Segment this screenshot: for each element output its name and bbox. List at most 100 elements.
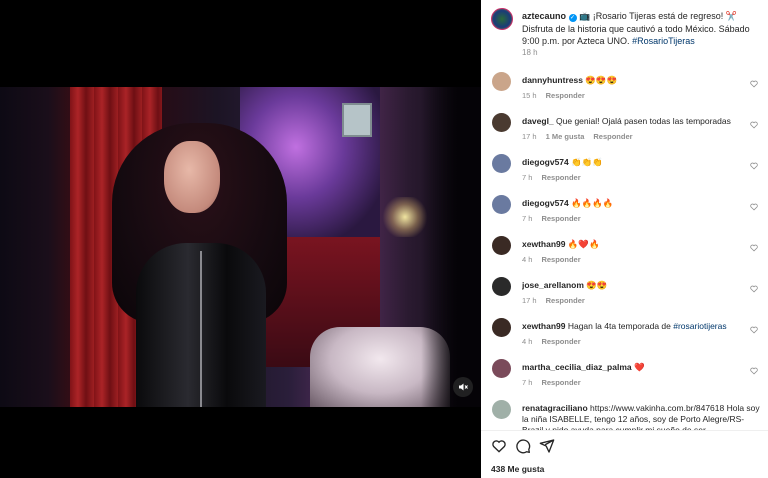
reply-button[interactable]: Responder: [593, 132, 632, 141]
comment-text: dannyhuntress 😍😍😍: [522, 75, 762, 86]
list-item: dannyhuntress 😍😍😍 15 h Responder: [481, 68, 768, 108]
caption-username[interactable]: aztecauno: [522, 11, 566, 21]
list-item: xewthan99 Hagan la 4ta temporada de #ros…: [481, 314, 768, 354]
list-item: renatagraciliano https://www.vakinha.com…: [481, 396, 768, 430]
comment-meta: 7 h Responder: [522, 378, 590, 387]
verified-icon: ✓: [568, 14, 577, 22]
comment-body: 🔥❤️🔥: [567, 239, 600, 249]
woman-figure: [112, 123, 287, 407]
heart-icon[interactable]: [750, 367, 758, 375]
caption-time: 18 h: [522, 48, 538, 57]
comment-meta: 17 h Responder: [522, 296, 594, 305]
zipper: [200, 251, 202, 407]
comment-meta: 7 h Responder: [522, 214, 590, 223]
post-caption: aztecauno ✓ 📺 ¡Rosario Tijeras está de r…: [481, 0, 768, 57]
avatar[interactable]: [492, 400, 511, 419]
list-item: xewthan99 🔥❤️🔥 4 h Responder: [481, 232, 768, 272]
comment-body: Que genial! Ojalá pasen todas las tempor…: [556, 116, 731, 126]
reply-button[interactable]: Responder: [541, 173, 580, 182]
comment-time: 7 h: [522, 378, 533, 387]
comment-body: ❤️: [634, 362, 645, 372]
heart-icon[interactable]: [750, 80, 758, 88]
likes-count[interactable]: 438 Me gusta: [491, 464, 544, 474]
avatar[interactable]: [492, 154, 511, 173]
comment-username[interactable]: martha_cecilia_diaz_palma: [522, 362, 632, 372]
reply-button[interactable]: Responder: [541, 214, 580, 223]
comment-body: 😍😍: [586, 280, 608, 290]
heart-icon[interactable]: [491, 438, 507, 454]
comment-username[interactable]: diegogv574: [522, 157, 569, 167]
post-media[interactable]: [0, 0, 481, 478]
comment-text: diegogv574 🔥🔥🔥🔥: [522, 198, 762, 209]
exit-sign: [342, 103, 372, 137]
heart-icon[interactable]: [750, 121, 758, 129]
comment-time: 17 h: [522, 296, 537, 305]
comment-body: 🔥🔥🔥🔥: [571, 198, 614, 208]
comment-meta: 17 h 1 Me gusta Responder: [522, 132, 642, 141]
avatar[interactable]: [492, 236, 511, 255]
comment-meta: 15 h Responder: [522, 91, 594, 100]
comment-time: 4 h: [522, 255, 533, 264]
reply-button[interactable]: Responder: [541, 378, 580, 387]
comment-meta: 4 h Responder: [522, 337, 590, 346]
list-item: diegogv574 🔥🔥🔥🔥 7 h Responder: [481, 191, 768, 231]
comment-body: 😍😍😍: [585, 75, 618, 85]
list-item: jose_arellanom 😍😍 17 h Responder: [481, 273, 768, 313]
comment-username[interactable]: xewthan99: [522, 321, 565, 331]
list-item: diegogv574 👏👏👏 7 h Responder: [481, 150, 768, 190]
avatar[interactable]: [492, 195, 511, 214]
reply-button[interactable]: Responder: [541, 337, 580, 346]
reply-button[interactable]: Responder: [546, 91, 585, 100]
avatar[interactable]: [492, 113, 511, 132]
comment-time: 7 h: [522, 173, 533, 182]
heart-icon[interactable]: [750, 244, 758, 252]
share-icon[interactable]: [539, 438, 555, 454]
heart-icon[interactable]: [750, 285, 758, 293]
comment-body: 👏👏👏: [571, 157, 603, 167]
avatar[interactable]: [492, 359, 511, 378]
mute-icon: [459, 383, 468, 391]
comments-panel: aztecauno ✓ 📺 ¡Rosario Tijeras está de r…: [481, 0, 768, 478]
comment-hashtag[interactable]: #rosariotijeras: [673, 321, 726, 331]
comment-text: diegogv574 👏👏👏: [522, 157, 762, 168]
face: [164, 141, 220, 213]
comment-time: 15 h: [522, 91, 537, 100]
comment-text: jose_arellanom 😍😍: [522, 280, 762, 291]
comment-text: xewthan99 Hagan la 4ta temporada de #ros…: [522, 321, 762, 332]
shadow-edge: [421, 87, 481, 407]
avatar[interactable]: [492, 277, 511, 296]
reply-button[interactable]: Responder: [541, 255, 580, 264]
avatar[interactable]: [492, 72, 511, 91]
comment-text: xewthan99 🔥❤️🔥: [522, 239, 762, 250]
list-item: martha_cecilia_diaz_palma ❤️ 7 h Responde…: [481, 355, 768, 395]
comment-username[interactable]: dannyhuntress: [522, 75, 583, 85]
mute-button[interactable]: [453, 377, 473, 397]
comment-likes[interactable]: 1 Me gusta: [546, 132, 585, 141]
comment-time: 17 h: [522, 132, 537, 141]
comment-time: 7 h: [522, 214, 533, 223]
heart-icon[interactable]: [750, 162, 758, 170]
list-item: davegl_ Que genial! Ojalá pasen todas la…: [481, 109, 768, 149]
reply-button[interactable]: Responder: [546, 296, 585, 305]
comment-meta: 7 h Responder: [522, 173, 590, 182]
action-bar: 438 Me gusta: [481, 430, 768, 478]
comment-username[interactable]: diegogv574: [522, 198, 569, 208]
comment-username[interactable]: davegl_: [522, 116, 554, 126]
comment-text: renatagraciliano https://www.vakinha.com…: [522, 403, 762, 430]
comment-time: 4 h: [522, 337, 533, 346]
comment-username[interactable]: xewthan99: [522, 239, 565, 249]
avatar[interactable]: [491, 8, 513, 30]
comment-text: davegl_ Que genial! Ojalá pasen todas la…: [522, 116, 762, 127]
comment-body: Hagan la 4ta temporada de: [567, 321, 674, 331]
heart-icon[interactable]: [750, 203, 758, 211]
video-frame[interactable]: [0, 87, 481, 407]
comment-meta: 4 h Responder: [522, 255, 590, 264]
comment-username[interactable]: renatagraciliano: [522, 403, 588, 413]
avatar[interactable]: [492, 318, 511, 337]
heart-icon[interactable]: [750, 326, 758, 334]
comment-username[interactable]: jose_arellanom: [522, 280, 584, 290]
comment-icon[interactable]: [515, 438, 531, 454]
caption-text: aztecauno ✓ 📺 ¡Rosario Tijeras está de r…: [522, 10, 766, 48]
comments-list[interactable]: dannyhuntress 😍😍😍 15 h Responder davegl_ …: [481, 62, 768, 430]
caption-hashtag[interactable]: #RosarioTijeras: [632, 36, 695, 46]
